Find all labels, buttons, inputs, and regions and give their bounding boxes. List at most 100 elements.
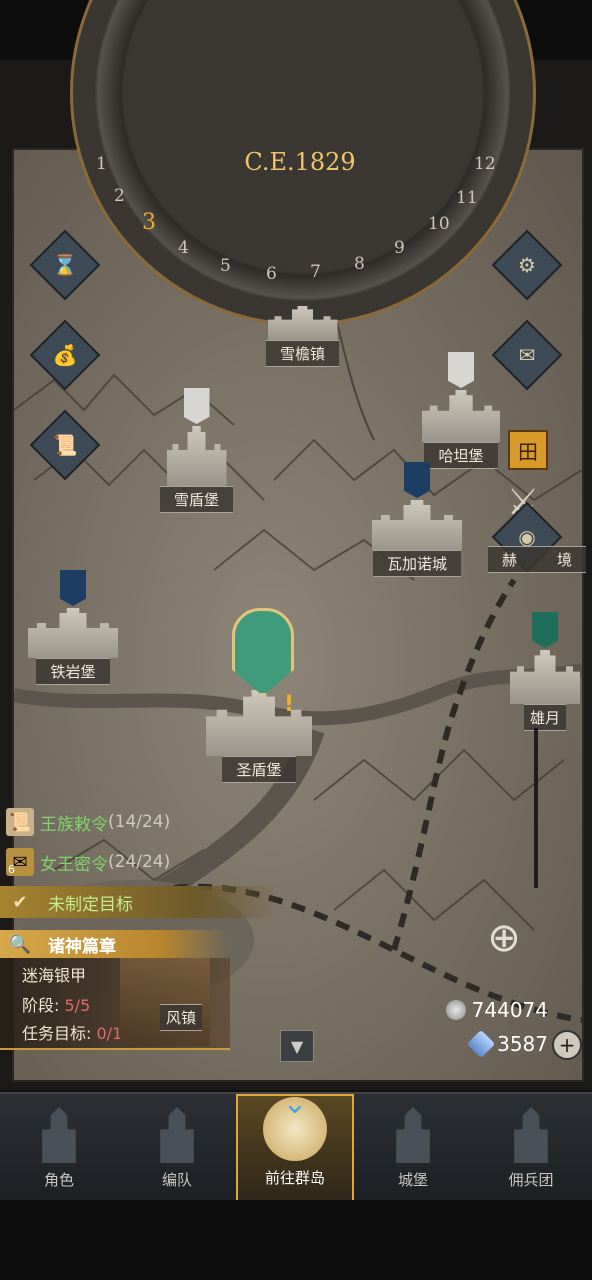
white-banner-icon	[448, 352, 474, 388]
place-label: 赫境	[488, 546, 587, 573]
castle-icon	[372, 500, 462, 550]
place-xueqiao[interactable]: 雪檐镇	[266, 306, 340, 367]
dial-number: 5	[220, 256, 231, 276]
goal-row[interactable]: ✔ 未制定目标	[6, 886, 133, 918]
quest-count: (24/24)	[108, 852, 171, 872]
flag-marker	[516, 728, 538, 888]
place-label: 雪檐镇	[266, 340, 340, 367]
nav-formation[interactable]: 编队	[118, 1094, 236, 1202]
mercenary-icon	[514, 1107, 548, 1163]
dial-number: 4	[178, 238, 189, 258]
quest-count: (14/24)	[108, 812, 171, 832]
place-label-tail: 境	[557, 551, 573, 569]
helmet-icon	[160, 1107, 194, 1163]
place-shengdun[interactable]: 圣盾堡	[206, 690, 312, 783]
knight-icon	[42, 1107, 76, 1163]
scroll-icon: 📜	[52, 433, 78, 457]
bottom-nav: 角色 编队 ⌄ 前往群岛 城堡 佣兵团	[0, 1086, 592, 1202]
place-tieyan[interactable]: 铁岩堡	[28, 570, 118, 685]
nav-label: 编队	[161, 1171, 192, 1189]
nav-label: 前往群岛	[264, 1169, 325, 1187]
place-hejing[interactable]: 赫境	[488, 546, 587, 573]
add-resource-button[interactable]: +	[552, 1030, 582, 1060]
castle-icon	[422, 390, 500, 442]
stage-row: 阶段: 5/5	[22, 992, 90, 1016]
stage-value: 5/5	[64, 996, 91, 1015]
dial-number: 2	[114, 186, 125, 206]
collapse-button[interactable]: ▼	[280, 1030, 314, 1062]
castle-icon	[166, 426, 227, 486]
hourglass-icon: ⌛	[52, 253, 78, 277]
stage-label: 阶段:	[22, 996, 60, 1015]
castle-icon	[28, 608, 118, 658]
money-bag-icon: 💰	[52, 343, 78, 367]
quest-royal[interactable]: 📜 王族敕令 (14/24)	[6, 806, 170, 838]
town-icon	[267, 306, 338, 340]
teal-banner-icon	[532, 612, 558, 648]
dial-number: 7	[310, 262, 321, 282]
nav-label: 角色	[43, 1171, 74, 1189]
place-label: 雪盾堡	[160, 486, 234, 513]
search-icon: 🔍	[8, 933, 32, 955]
place-label: 瓦加诺城	[372, 550, 461, 577]
white-banner-icon	[183, 388, 210, 424]
quest-label: 王族敕令	[40, 814, 108, 835]
crystal-resource: 3587	[466, 1029, 548, 1059]
place-xuedun[interactable]: 雪盾堡	[160, 388, 234, 513]
letter-icon: ✉ 6	[6, 848, 34, 876]
chevron-down-icon: ⌄	[282, 1086, 308, 1121]
castle-icon	[206, 690, 312, 756]
crystal-icon	[466, 1029, 496, 1059]
castle-icon	[510, 650, 580, 704]
quest-queen[interactable]: ✉ 6 女王密令 (24/24)	[6, 846, 170, 878]
dial-number: 12	[474, 154, 496, 174]
target-row: 任务目标: 0/1	[22, 1020, 122, 1044]
blue-banner-icon	[404, 462, 430, 498]
chapter-row[interactable]: 🔍 诸神篇章	[6, 928, 116, 960]
locate-icon: ⊕	[487, 915, 521, 961]
knight-portrait	[120, 958, 210, 1046]
quest-label: 女王密令	[40, 854, 108, 875]
goal-label: 未制定目标	[48, 894, 133, 915]
dial-number: 8	[354, 254, 365, 274]
place-hatan[interactable]: 哈坦堡	[422, 352, 500, 469]
place-label: 圣盾堡	[222, 756, 296, 783]
place-feng[interactable]: 风镇	[160, 1004, 203, 1031]
chapter-label: 诸神篇章	[48, 936, 116, 957]
locate-button[interactable]: ⊕	[470, 910, 538, 966]
system-bottom-area	[0, 1200, 592, 1280]
castle-grid-icon: 田	[518, 439, 538, 464]
castle-icon	[396, 1107, 430, 1163]
blue-banner-icon	[60, 570, 86, 606]
place-xiongyue[interactable]: 雄月	[510, 612, 580, 731]
nav-mercenary[interactable]: 佣兵团	[472, 1094, 590, 1202]
silver-amount: 744074	[471, 998, 548, 1022]
castle-grid-button[interactable]: 田	[508, 430, 548, 470]
nav-castle[interactable]: 城堡	[354, 1094, 472, 1202]
check-badge-icon: ✔	[12, 891, 28, 913]
crystal-amount: 3587	[497, 1032, 548, 1056]
place-label: 铁岩堡	[36, 658, 110, 685]
scroll-icon: 📜	[6, 808, 34, 836]
nav-label: 佣兵团	[508, 1171, 554, 1189]
alert-icon: !	[284, 692, 295, 717]
mail-icon: ✉	[518, 343, 536, 367]
silver-coin-icon	[445, 1000, 466, 1020]
nav-role[interactable]: 角色	[0, 1094, 118, 1202]
target-label: 任务目标:	[22, 1024, 92, 1043]
dial-number: 6	[266, 264, 277, 284]
dial-number-active[interactable]: 3	[142, 210, 156, 235]
plus-icon: +	[558, 1033, 576, 1057]
year-label: C.E.1829	[244, 148, 356, 176]
place-waga[interactable]: 瓦加诺城	[372, 462, 462, 577]
nav-islands[interactable]: ⌄ 前往群岛	[236, 1086, 354, 1202]
chapter-item: 迷海银甲	[22, 966, 87, 985]
place-label-head: 赫	[502, 551, 518, 569]
dial-number: 11	[456, 188, 478, 208]
silver-resource: 744074	[445, 998, 548, 1022]
nav-label: 城堡	[397, 1171, 428, 1189]
dial-number: 1	[96, 154, 107, 174]
target-value: 0/1	[96, 1024, 123, 1043]
place-label: 雄月	[523, 704, 566, 731]
place-label: 风镇	[160, 1004, 203, 1031]
